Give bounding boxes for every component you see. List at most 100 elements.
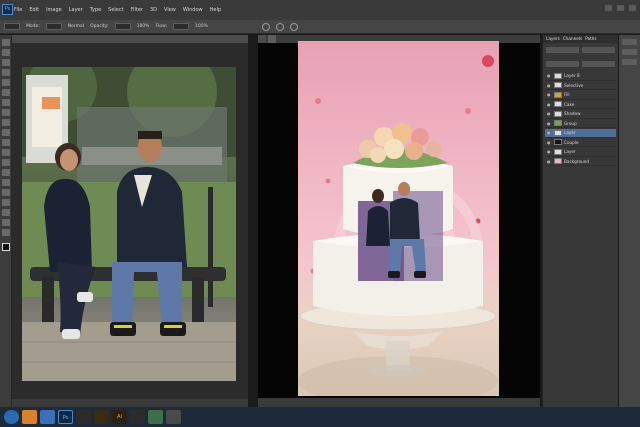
panel-icon[interactable] [622, 39, 637, 45]
healing-tool-icon[interactable] [1, 99, 10, 106]
chrome-icon[interactable] [22, 410, 37, 424]
layer-mask-thumbnail [554, 139, 562, 146]
flow-input[interactable] [173, 23, 189, 30]
brush-tool-icon[interactable] [1, 109, 10, 116]
history-brush-tool-icon[interactable] [1, 129, 10, 136]
menu-view[interactable]: View [164, 7, 176, 13]
wedding-cake-composite[interactable] [298, 41, 499, 396]
marquee-tool-icon[interactable] [1, 49, 10, 56]
stamp-tool-icon[interactable] [1, 119, 10, 126]
layer-row[interactable]: ● Couple [545, 139, 616, 147]
options-center-icons [262, 23, 298, 31]
minimize-button[interactable] [605, 5, 612, 11]
layer-row[interactable]: ● Fill [545, 91, 616, 100]
menu-select[interactable]: Select [108, 7, 123, 13]
menu-3d[interactable]: 3D [150, 7, 157, 13]
lasso-tool-icon[interactable] [1, 59, 10, 66]
hand-tool-icon[interactable] [1, 219, 10, 226]
couple-on-bench-photo[interactable] [22, 67, 236, 381]
mode-value: Normal [67, 24, 85, 29]
taskbar-app-icon[interactable] [94, 410, 109, 424]
menu-image[interactable]: Image [46, 7, 62, 13]
taskbar-app-icon[interactable] [166, 410, 181, 424]
eye-icon[interactable]: ● [547, 149, 552, 154]
eye-icon[interactable]: ● [547, 121, 552, 126]
shape-tool-icon[interactable] [1, 209, 10, 216]
windows-taskbar: Ps Ai [0, 407, 640, 427]
layer-name: Cake [564, 101, 575, 107]
target-icon[interactable] [290, 23, 298, 31]
window-controls [605, 5, 636, 11]
eye-icon[interactable]: ● [547, 111, 552, 116]
close-button[interactable] [629, 5, 636, 11]
layer-row[interactable]: ● Cake [545, 101, 616, 109]
start-button[interactable] [4, 410, 19, 424]
color-swatch[interactable] [1, 243, 10, 251]
photoshop-logo-icon[interactable]: Ps [2, 4, 13, 15]
eye-icon[interactable]: ● [547, 102, 552, 107]
settings-icon[interactable] [276, 23, 284, 31]
eye-icon[interactable]: ● [547, 73, 552, 78]
layer-row[interactable]: ● Layer [545, 148, 616, 157]
layer-fill-input[interactable] [582, 61, 615, 67]
photoshop-taskbar-icon[interactable]: Ps [58, 410, 73, 424]
zoom-tool-icon[interactable] [1, 229, 10, 236]
eraser-tool-icon[interactable] [1, 139, 10, 146]
layer-name: Couple [564, 139, 579, 145]
options-bar: Mode: Normal Opacity: 100% Flow: 100% [0, 20, 640, 34]
eye-icon[interactable]: ● [547, 83, 552, 88]
dodge-tool-icon[interactable] [1, 169, 10, 176]
crop-tool-icon[interactable] [1, 79, 10, 86]
layer-row[interactable]: ● Selective [545, 82, 616, 90]
blur-tool-icon[interactable] [1, 159, 10, 166]
tab-layers[interactable]: Layers [546, 35, 560, 43]
taskbar-app-icon[interactable] [40, 410, 55, 424]
type-tool-icon[interactable] [1, 189, 10, 196]
menu-help[interactable]: Help [210, 7, 221, 13]
blend-mode-select[interactable] [546, 47, 579, 53]
eye-icon[interactable]: ● [547, 159, 552, 164]
tab-channels[interactable]: Channels [563, 35, 582, 43]
opacity-label: Opacity: [90, 24, 109, 29]
taskbar-app-icon[interactable] [148, 410, 163, 424]
illustrator-taskbar-icon[interactable]: Ai [112, 410, 127, 424]
layer-row[interactable]: ● Shadow [545, 110, 616, 119]
flow-label: Flow: [155, 24, 167, 29]
menu-layer[interactable]: Layer [69, 7, 83, 13]
taskbar-app-icon[interactable] [76, 410, 91, 424]
pen-tool-icon[interactable] [1, 179, 10, 186]
menu-edit[interactable]: Edit [29, 7, 39, 13]
document-tab-1[interactable] [258, 35, 266, 43]
menu-window[interactable]: Window [183, 7, 203, 13]
layer-thumbnail [554, 129, 562, 136]
layer-row-selected[interactable]: ● Layer [545, 129, 616, 138]
mode-select[interactable] [45, 23, 62, 30]
tools-panel [0, 35, 12, 407]
maximize-button[interactable] [617, 5, 624, 11]
eyedropper-tool-icon[interactable] [1, 89, 10, 96]
layer-row[interactable]: ● Background [545, 158, 616, 166]
menu-type[interactable]: Type [90, 7, 101, 13]
move-tool-icon[interactable] [1, 39, 10, 46]
layer-row[interactable]: ● Group [545, 120, 616, 128]
eye-icon[interactable]: ● [547, 130, 552, 135]
quick-select-tool-icon[interactable] [1, 69, 10, 76]
panel-icon[interactable] [622, 49, 637, 55]
menu-filter[interactable]: Filter [131, 7, 143, 13]
path-select-tool-icon[interactable] [1, 199, 10, 206]
eye-icon[interactable]: ● [547, 140, 552, 145]
tool-preset-picker[interactable] [4, 23, 20, 30]
lock-options[interactable] [546, 61, 579, 67]
opacity-input[interactable] [114, 23, 131, 30]
menu-file[interactable]: File [14, 7, 22, 13]
tab-paths[interactable]: Paths [585, 35, 596, 43]
layer-opacity-input[interactable] [582, 47, 615, 53]
panel-icon[interactable] [622, 59, 637, 65]
document-tab-couple[interactable] [12, 35, 248, 43]
rotate-icon[interactable] [262, 23, 270, 31]
eye-icon[interactable]: ● [547, 92, 552, 97]
taskbar-app-icon[interactable] [130, 410, 145, 424]
gradient-tool-icon[interactable] [1, 149, 10, 156]
document-tab-2[interactable] [268, 35, 276, 43]
layer-row[interactable]: ● Layer 8 [545, 72, 616, 81]
